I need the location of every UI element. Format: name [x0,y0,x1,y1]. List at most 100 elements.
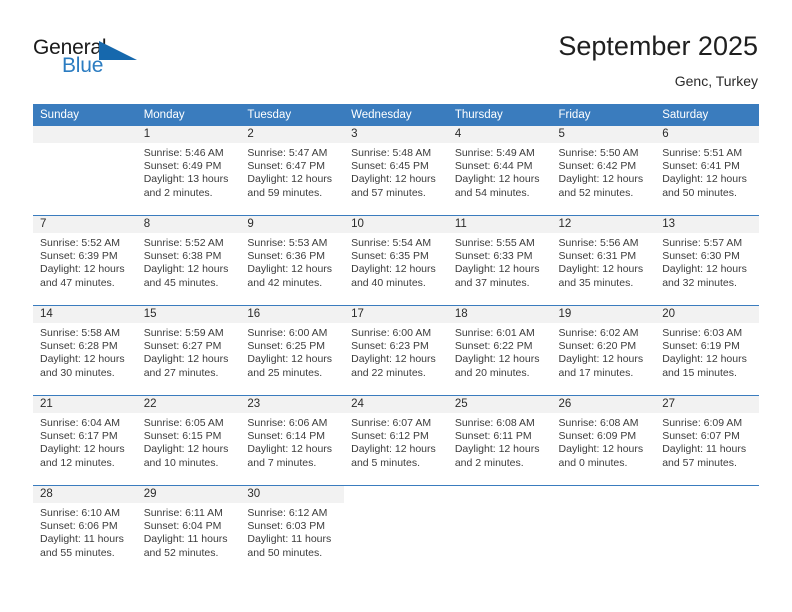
calendar-day-cell[interactable]: 14 Sunrise: 5:58 AM Sunset: 6:28 PM Dayligh… [33,305,137,396]
day-number: 22 [136,396,241,413]
day-details: Sunrise: 6:05 AM Sunset: 6:15 PM Daylight:… [137,413,241,470]
day-number: 25 [447,396,552,413]
calendar-cell-inner [655,486,759,575]
daylight-text-line1: Daylight: 11 hours [143,533,228,546]
calendar-day-cell[interactable]: 16 Sunrise: 6:00 AM Sunset: 6:25 PM Dayligh… [240,305,345,396]
day-number: 14 [33,306,137,323]
calendar-cell-inner: 22 Sunrise: 6:05 AM Sunset: 6:15 PM Dayligh… [136,396,241,485]
day-number: 29 [136,486,241,503]
calendar-day-cell[interactable]: 19 Sunrise: 6:02 AM Sunset: 6:20 PM Dayligh… [551,305,656,396]
sunset-text: Sunset: 6:15 PM [143,430,222,443]
sunrise-text: Sunrise: 5:52 AM [143,237,224,249]
daylight-text-line2: and 52 minutes. [558,186,634,199]
calendar-day-cell[interactable]: 22 Sunrise: 6:05 AM Sunset: 6:15 PM Dayligh… [136,395,241,486]
calendar-cell-inner: 15 Sunrise: 5:59 AM Sunset: 6:27 PM Dayligh… [136,306,241,395]
brand-name-blue: Blue [62,54,104,77]
day-number: 28 [33,486,137,503]
day-number: 19 [551,306,656,323]
calendar-day-cell[interactable]: 27 Sunrise: 6:09 AM Sunset: 6:07 PM Dayligh… [655,395,759,486]
calendar-day-cell[interactable]: 26 Sunrise: 6:08 AM Sunset: 6:09 PM Dayligh… [551,395,656,486]
calendar-day-cell[interactable]: 28 Sunrise: 6:10 AM Sunset: 6:06 PM Dayligh… [33,485,137,575]
calendar-day-cell[interactable]: 5 Sunrise: 5:50 AM Sunset: 6:42 PM Daylight… [551,126,656,216]
calendar-day-cell[interactable]: 2 Sunrise: 5:47 AM Sunset: 6:47 PM Daylight… [240,126,345,216]
calendar-day-cell[interactable]: 12 Sunrise: 5:56 AM Sunset: 6:31 PM Dayligh… [551,215,656,306]
daylight-text-line1: Daylight: 12 hours [40,353,125,366]
weekday-header-monday: Monday [136,104,241,126]
daylight-text-line2: and 57 minutes. [662,456,737,469]
calendar-cell-inner: 24 Sunrise: 6:07 AM Sunset: 6:12 PM Dayligh… [344,396,448,485]
calendar-cell-inner: 3 Sunrise: 5:48 AM Sunset: 6:45 PM Daylight… [344,126,448,215]
calendar-cell-inner: 14 Sunrise: 5:58 AM Sunset: 6:28 PM Dayligh… [33,306,137,395]
calendar-day-cell[interactable]: 11 Sunrise: 5:55 AM Sunset: 6:33 PM Dayligh… [447,215,552,306]
sunrise-text: Sunrise: 5:54 AM [351,237,432,249]
calendar-cell-inner [551,486,656,575]
day-details: Sunrise: 5:47 AM Sunset: 6:47 PM Daylight:… [240,143,344,200]
day-number: 24 [344,396,448,413]
day-number [551,486,656,503]
sunset-text: Sunset: 6:09 PM [558,430,637,443]
day-details: Sunrise: 6:02 AM Sunset: 6:20 PM Daylight:… [552,323,656,380]
brand-logo[interactable]: General Blue [33,36,163,84]
calendar-cell-inner: 21 Sunrise: 6:04 AM Sunset: 6:17 PM Dayligh… [33,396,137,485]
daylight-text-line2: and 15 minutes. [662,366,737,379]
day-number [655,486,759,503]
sunset-text: Sunset: 6:14 PM [247,430,326,443]
calendar-day-cell[interactable]: 4 Sunrise: 5:49 AM Sunset: 6:44 PM Daylight… [447,126,552,216]
calendar-day-cell[interactable]: 1 Sunrise: 5:46 AM Sunset: 6:49 PM Daylight… [136,126,241,216]
sunset-text: Sunset: 6:42 PM [558,160,637,173]
calendar-day-cell[interactable]: 17 Sunrise: 6:00 AM Sunset: 6:23 PM Dayligh… [344,305,448,396]
daylight-text-line2: and 10 minutes. [143,456,219,469]
calendar-cell-inner: 18 Sunrise: 6:01 AM Sunset: 6:22 PM Dayligh… [447,306,552,395]
calendar-cell-inner: 8 Sunrise: 5:52 AM Sunset: 6:38 PM Daylight… [136,216,241,305]
sunset-text: Sunset: 6:11 PM [454,430,532,443]
day-details: Sunrise: 6:08 AM Sunset: 6:11 PM Daylight:… [448,413,552,470]
calendar-day-cell[interactable]: 8 Sunrise: 5:52 AM Sunset: 6:38 PM Daylight… [136,215,241,306]
calendar-day-cell[interactable]: 21 Sunrise: 6:04 AM Sunset: 6:17 PM Dayligh… [33,395,137,486]
calendar-day-cell[interactable]: 7 Sunrise: 5:52 AM Sunset: 6:39 PM Daylight… [33,215,137,306]
calendar-table: Sunday Monday Tuesday Wednesday Thursday… [33,104,759,575]
calendar-day-cell[interactable]: 30 Sunrise: 6:12 AM Sunset: 6:03 PM Dayligh… [240,485,345,575]
daylight-text-line1: Daylight: 11 hours [662,443,747,456]
calendar-day-cell[interactable]: 10 Sunrise: 5:54 AM Sunset: 6:35 PM Dayligh… [344,215,448,306]
daylight-text-line1: Daylight: 12 hours [454,173,540,186]
calendar-cell-inner: 9 Sunrise: 5:53 AM Sunset: 6:36 PM Daylight… [240,216,345,305]
calendar-day-cell[interactable]: 3 Sunrise: 5:48 AM Sunset: 6:45 PM Daylight… [344,126,448,216]
calendar-page: General Blue September 2025 Genc, Turkey… [0,0,792,612]
calendar-day-cell[interactable]: 9 Sunrise: 5:53 AM Sunset: 6:36 PM Daylight… [240,215,345,306]
triangle-icon [99,41,137,60]
calendar-day-cell[interactable]: 20 Sunrise: 6:03 AM Sunset: 6:19 PM Dayligh… [655,305,759,396]
calendar-cell-inner: 1 Sunrise: 5:46 AM Sunset: 6:49 PM Daylight… [136,126,241,215]
daylight-text-line1: Daylight: 12 hours [351,353,436,366]
day-number: 13 [655,216,759,233]
calendar-cell-inner: 11 Sunrise: 5:55 AM Sunset: 6:33 PM Dayligh… [447,216,552,305]
calendar-cell-inner: 19 Sunrise: 6:02 AM Sunset: 6:20 PM Dayligh… [551,306,656,395]
calendar-day-cell[interactable]: 24 Sunrise: 6:07 AM Sunset: 6:12 PM Dayligh… [344,395,448,486]
calendar-day-cell[interactable]: 6 Sunrise: 5:51 AM Sunset: 6:41 PM Daylight… [655,126,759,216]
day-number [447,486,552,503]
calendar-day-cell[interactable]: 15 Sunrise: 5:59 AM Sunset: 6:27 PM Dayligh… [136,305,241,396]
daylight-text-line1: Daylight: 12 hours [143,353,229,366]
day-number: 15 [136,306,241,323]
day-details: Sunrise: 6:06 AM Sunset: 6:14 PM Daylight:… [240,413,344,470]
daylight-text-line2: and 2 minutes. [143,186,213,199]
calendar-day-cell[interactable]: 18 Sunrise: 6:01 AM Sunset: 6:22 PM Dayligh… [447,305,552,396]
daylight-text-line1: Daylight: 12 hours [40,443,125,456]
daylight-text-line1: Daylight: 12 hours [558,263,644,276]
daylight-text-line2: and 0 minutes. [558,456,628,469]
calendar-day-cell[interactable]: 25 Sunrise: 6:08 AM Sunset: 6:11 PM Dayligh… [447,395,552,486]
calendar-cell-inner: 25 Sunrise: 6:08 AM Sunset: 6:11 PM Dayligh… [447,396,552,485]
day-details: Sunrise: 6:04 AM Sunset: 6:17 PM Daylight:… [33,413,137,470]
sunrise-text: Sunrise: 5:57 AM [662,237,743,249]
sunset-text: Sunset: 6:23 PM [351,340,429,353]
calendar-cell-inner: 20 Sunrise: 6:03 AM Sunset: 6:19 PM Dayligh… [655,306,759,395]
calendar-day-cell[interactable]: 29 Sunrise: 6:11 AM Sunset: 6:04 PM Dayligh… [136,485,241,575]
title-block: September 2025 Genc, Turkey [558,30,758,90]
daylight-text-line1: Daylight: 12 hours [454,443,540,456]
day-number: 10 [344,216,448,233]
daylight-text-line2: and 54 minutes. [454,186,530,199]
daylight-text-line1: Daylight: 12 hours [40,263,125,276]
sunrise-text: Sunrise: 6:00 AM [247,327,328,339]
calendar-day-cell[interactable]: 13 Sunrise: 5:57 AM Sunset: 6:30 PM Dayligh… [655,215,759,306]
calendar-day-cell[interactable]: 23 Sunrise: 6:06 AM Sunset: 6:14 PM Dayligh… [240,395,345,486]
day-number: 1 [136,126,241,143]
